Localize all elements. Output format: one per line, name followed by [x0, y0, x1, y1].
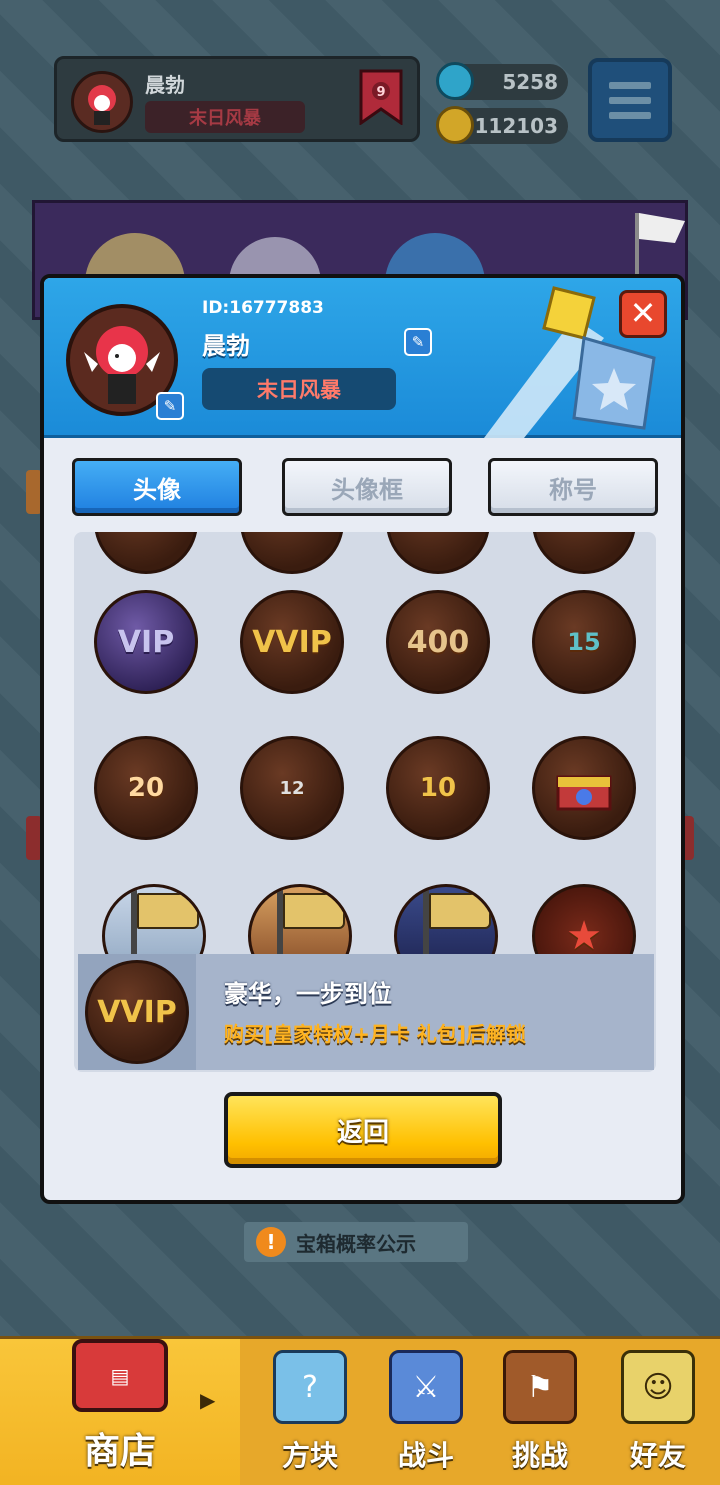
menu-bar [609, 81, 651, 89]
exclamation-icon: ! [256, 1227, 286, 1257]
nav-challenge-label: 挑战 [511, 1439, 568, 1472]
avatar-option[interactable] [240, 532, 344, 574]
player-id: ID:16777883 [202, 298, 324, 318]
nav-blocks[interactable]: ? 方块 [250, 1339, 370, 1485]
treasure-chest-icon [556, 775, 612, 811]
player-avatar [71, 71, 133, 133]
challenge-icon: ⚑ [503, 1350, 577, 1424]
gem-icon [436, 62, 474, 100]
menu-bar [609, 111, 651, 119]
player-name: 晨勃 [145, 73, 185, 97]
avatar-character-icon [88, 85, 116, 125]
selected-avatar-preview: VVIP [78, 954, 196, 1070]
star-icon: ★ [566, 913, 602, 959]
avatar-option[interactable] [94, 532, 198, 574]
battle-icon: ⚔ [389, 1350, 463, 1424]
chest-probability-button[interactable]: ! 宝箱概率公示 [244, 1222, 468, 1262]
shop-icon: ▤ [72, 1339, 168, 1412]
blocks-icon: ? [273, 1350, 347, 1424]
friends-icon: ☺ [621, 1350, 695, 1424]
bottom-navigation: ▤ 商店 ? 方块 ⚔ 战斗 ⚑ 挑战 ☺ 好友 [0, 1336, 720, 1485]
tab-title[interactable]: 称号 [488, 458, 658, 516]
avatar-character-icon [84, 326, 160, 404]
nav-shop-label: 商店 [83, 1431, 156, 1472]
tab-avatar-frame[interactable]: 头像框 [282, 458, 452, 516]
nav-battle-label: 战斗 [397, 1439, 454, 1472]
selected-avatar-unlock-text: 购买[皇家特权+月卡 礼包]后解锁 [224, 1022, 527, 1046]
nav-arrow-icon: ▶ [200, 1388, 216, 1412]
avatar-option-10[interactable]: 10 [386, 736, 490, 840]
avatar-option-400[interactable]: 400 [386, 590, 490, 694]
avatar-option-vip[interactable]: VIP [94, 590, 198, 694]
selected-badge-vvip: VVIP [85, 960, 189, 1064]
avatar-option-vvip[interactable]: VVIP [240, 590, 344, 694]
gold-coin-icon [436, 106, 474, 144]
menu-bar [609, 96, 651, 104]
player-title: 末日风暴 [145, 101, 305, 133]
selected-avatar-info: VVIP 豪华，一步到位 购买[皇家特权+月卡 礼包]后解锁 [78, 954, 654, 1070]
avatar-option-treasure-chest[interactable] [532, 736, 636, 840]
gold-amount: 112103 [474, 114, 559, 138]
return-button[interactable]: 返回 [224, 1092, 502, 1168]
tab-avatar[interactable]: 头像 [72, 458, 242, 516]
player-profile-card[interactable]: 晨勃 末日风暴 9 [54, 56, 420, 142]
nav-blocks-label: 方块 [281, 1439, 338, 1472]
avatar-option[interactable] [386, 532, 490, 574]
avatar-option[interactable] [532, 532, 636, 574]
dialog-player-name: 晨勃 [202, 332, 250, 360]
edit-name-pencil-icon[interactable]: ✎ [404, 328, 432, 356]
nav-friends-label: 好友 [629, 1439, 686, 1472]
chest-probability-label: 宝箱概率公示 [296, 1231, 416, 1256]
gold-counter[interactable]: 112103 [436, 106, 568, 144]
avatar-option-15[interactable]: 15 [532, 590, 636, 694]
gem-amount: 5258 [502, 70, 558, 94]
nav-shop[interactable]: ▤ 商店 [0, 1339, 240, 1485]
nav-battle[interactable]: ⚔ 战斗 [366, 1339, 486, 1485]
avatar-option-12[interactable]: 12 [240, 736, 344, 840]
menu-button[interactable] [588, 58, 672, 142]
rank-level: 9 [376, 85, 385, 100]
gem-counter[interactable]: 5258 [436, 62, 568, 100]
dialog-player-title: 末日风暴 [202, 368, 396, 410]
avatar-option-20[interactable]: 20 [94, 736, 198, 840]
selected-avatar-title: 豪华，一步到位 [224, 980, 392, 1008]
edit-avatar-pencil-icon[interactable]: ✎ [156, 392, 184, 420]
nav-friends[interactable]: ☺ 好友 [598, 1339, 718, 1485]
rank-ribbon-icon: 9 [359, 69, 403, 126]
avatar-dialog: ✎ ID:16777883 晨勃 ✎ 末日风暴 ✕ 头像 头像框 称号 VIP … [40, 274, 685, 1204]
close-button[interactable]: ✕ [619, 290, 667, 338]
dialog-header: ✎ ID:16777883 晨勃 ✎ 末日风暴 ✕ [44, 278, 681, 438]
nav-challenge[interactable]: ⚑ 挑战 [480, 1339, 600, 1485]
